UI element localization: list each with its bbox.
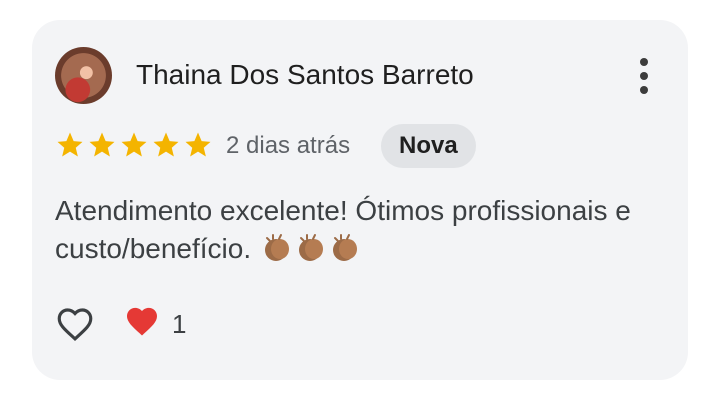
review-text: Atendimento excelente! Ótimos profission… [55, 192, 655, 268]
star-icon [185, 132, 211, 157]
reaction-count: 1 [172, 309, 187, 339]
heart-outline-icon[interactable] [54, 303, 96, 345]
review-date: 2 dias atrás [226, 132, 351, 159]
review-card: Thaina Dos Santos Barreto 2 dias atrás N… [32, 20, 688, 380]
star-rating [55, 130, 213, 160]
author-name[interactable]: Thaina Dos Santos Barreto [136, 59, 474, 91]
star-icon [153, 132, 179, 157]
star-icon [121, 132, 147, 157]
clapping-hands-icon [264, 234, 289, 261]
new-badge: Nova [381, 124, 476, 168]
more-vert-icon [640, 58, 648, 66]
avatar[interactable] [55, 47, 112, 104]
star-icon [89, 132, 115, 157]
more-options-button[interactable] [636, 58, 652, 94]
star-icon [57, 132, 83, 157]
clapping-hands-icon [332, 234, 357, 261]
heart-icon [127, 307, 157, 336]
clapping-hands-icon [298, 234, 323, 261]
